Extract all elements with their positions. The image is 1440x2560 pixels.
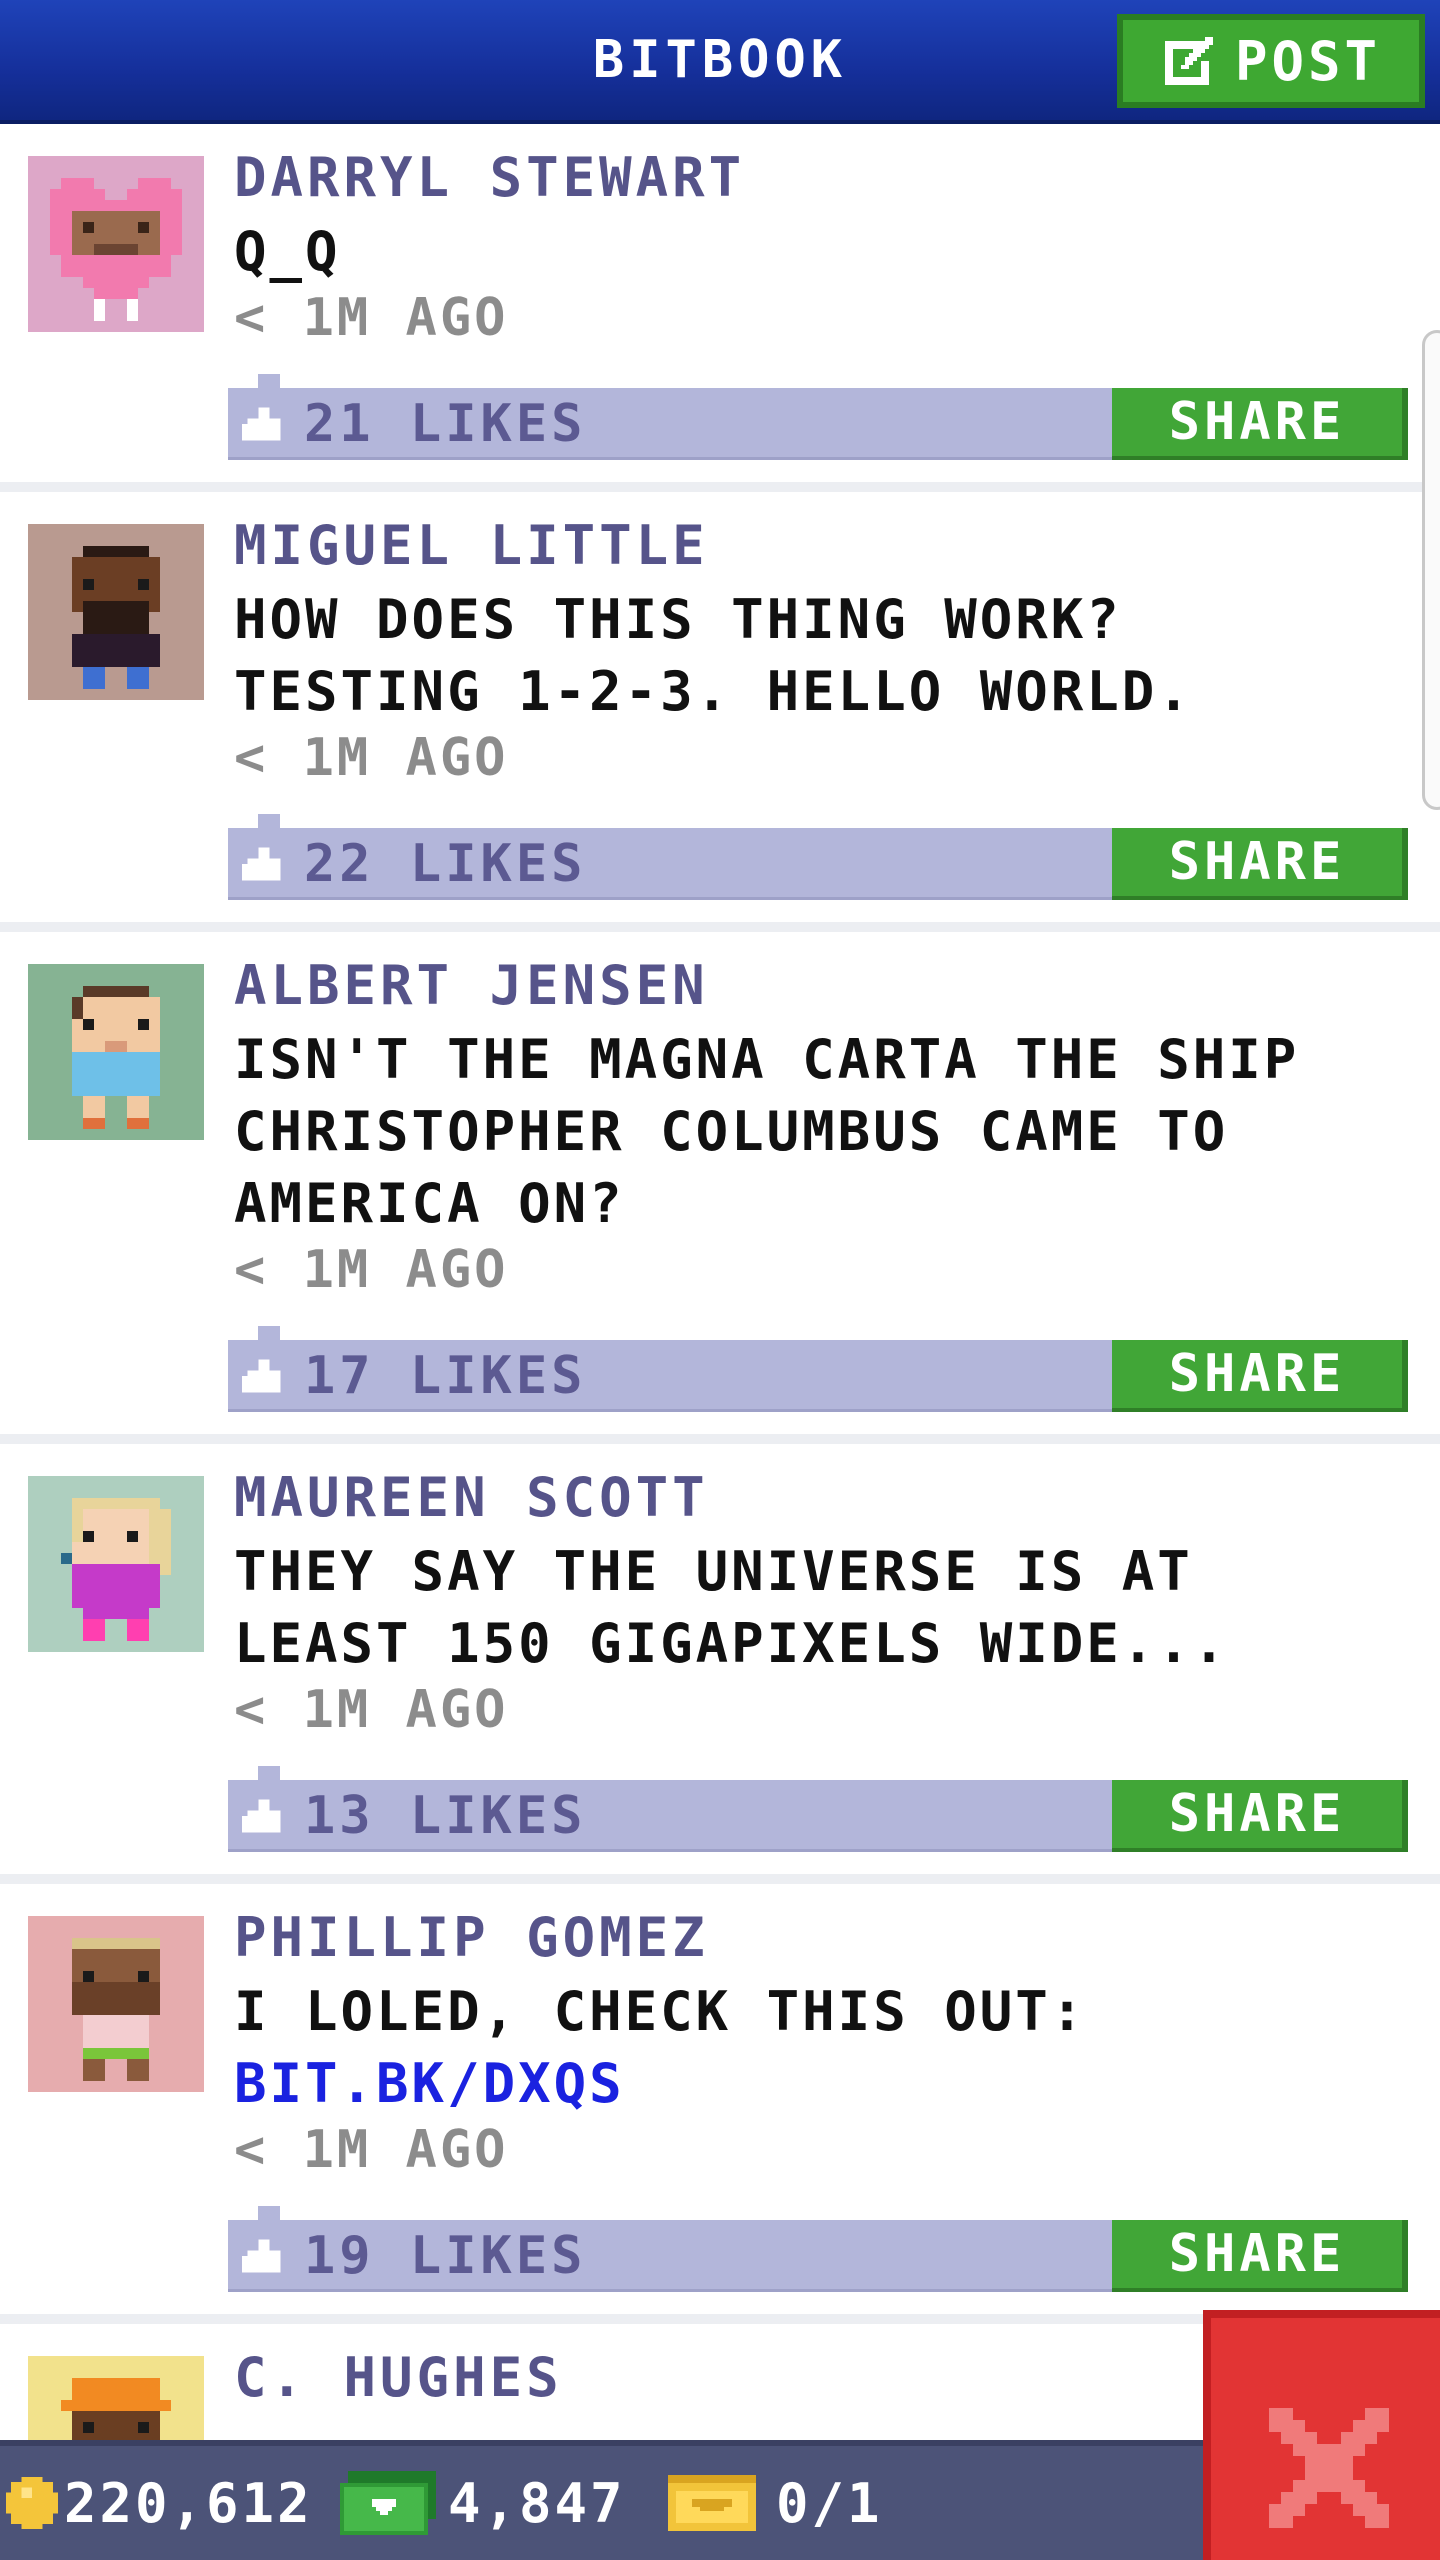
post-item: PHILLIP GOMEZ I LOLED, CHECK THIS OUT: B… xyxy=(0,1884,1440,2322)
post-message: HOW DOES THIS THING WORK? TESTING 1-2-3.… xyxy=(234,588,1193,723)
like-bar[interactable]: 22 LIKES SHARE xyxy=(228,814,1408,900)
scroll-indicator[interactable] xyxy=(1422,330,1440,810)
like-bar[interactable]: 13 LIKES SHARE xyxy=(228,1766,1408,1852)
like-bar[interactable]: 19 LIKES SHARE xyxy=(228,2206,1408,2292)
share-button[interactable]: SHARE xyxy=(1112,2220,1408,2292)
post-time: < 1M AGO xyxy=(234,1680,509,1740)
cash-icon xyxy=(340,2471,436,2535)
like-bar[interactable]: 21 LIKES SHARE xyxy=(228,374,1408,460)
post-divider xyxy=(0,1874,1440,1884)
coins-value: 220,612 xyxy=(64,2471,313,2535)
post-message: I LOLED, CHECK THIS OUT: BIT.BK/DXQS xyxy=(234,1976,1394,2120)
tickets-stat: 0/1 xyxy=(666,2446,883,2560)
share-button[interactable]: SHARE xyxy=(1112,1780,1408,1852)
post-item: DARRYL STEWART Q_Q < 1M AGO 21 LIKES SHA… xyxy=(0,124,1440,490)
post-item: MAUREEN SCOTT THEY SAY THE UNIVERSE IS A… xyxy=(0,1444,1440,1882)
post-message: ISN'T THE MAGNA CARTA THE SHIP CHRISTOPH… xyxy=(234,1028,1300,1235)
thumbs-up-icon xyxy=(242,2239,281,2273)
post-author[interactable]: PHILLIP GOMEZ xyxy=(234,1906,709,1969)
thumbs-up-icon xyxy=(242,407,281,441)
post-author[interactable]: ALBERT JENSEN xyxy=(234,954,709,1017)
post-message: THEY SAY THE UNIVERSE IS AT LEAST 150 GI… xyxy=(234,1540,1229,1675)
coins-stat: 220,612 xyxy=(6,2446,313,2560)
post-message: Q_Q xyxy=(234,220,341,283)
blue-shirt-man-avatar[interactable] xyxy=(28,964,204,1140)
post-time: < 1M AGO xyxy=(234,288,509,348)
share-button[interactable]: SHARE xyxy=(1112,388,1408,460)
post-time: < 1M AGO xyxy=(234,2120,509,2180)
post-author[interactable]: MIGUEL LITTLE xyxy=(234,514,709,577)
share-button[interactable]: SHARE xyxy=(1112,1340,1408,1412)
tickets-value: 0/1 xyxy=(776,2471,883,2535)
blond-bearded-man-avatar[interactable] xyxy=(28,1916,204,2092)
post-item: ALBERT JENSEN ISN'T THE MAGNA CARTA THE … xyxy=(0,932,1440,1442)
post-button-label: POST xyxy=(1234,29,1382,93)
post-button[interactable]: POST xyxy=(1117,14,1425,108)
pink-heart-avatar[interactable] xyxy=(28,156,204,332)
ticket-icon xyxy=(668,2475,756,2531)
thumbs-up-icon xyxy=(242,1799,281,1833)
likes-count: 17 LIKES xyxy=(304,1346,587,1406)
post-author[interactable]: C. HUGHES xyxy=(234,2346,563,2409)
likes-count: 19 LIKES xyxy=(304,2226,587,2286)
likes-count: 22 LIKES xyxy=(304,834,587,894)
bearded-man-avatar[interactable] xyxy=(28,524,204,700)
likes-count: 21 LIKES xyxy=(304,394,587,454)
close-button[interactable] xyxy=(1203,2310,1440,2560)
bux-value: 4,847 xyxy=(448,2471,626,2535)
post-link[interactable]: BIT.BK/DXQS xyxy=(234,2048,1394,2120)
post-divider xyxy=(0,922,1440,932)
coin-icon xyxy=(6,2477,58,2529)
post-divider xyxy=(0,1434,1440,1444)
thumbs-up-icon xyxy=(242,1359,281,1393)
top-bar: BITBOOK POST xyxy=(0,0,1440,124)
thumbs-up-icon xyxy=(242,847,281,881)
blonde-woman-avatar[interactable] xyxy=(28,1476,204,1652)
likes-count: 13 LIKES xyxy=(304,1786,587,1846)
edit-icon xyxy=(1164,37,1213,85)
post-time: < 1M AGO xyxy=(234,728,509,788)
post-item: MIGUEL LITTLE HOW DOES THIS THING WORK? … xyxy=(0,492,1440,930)
bux-stat: 4,847 xyxy=(340,2446,626,2560)
post-time: < 1M AGO xyxy=(234,1240,509,1300)
post-message-text: I LOLED, CHECK THIS OUT: xyxy=(234,1980,1087,2043)
close-icon xyxy=(1269,2408,1389,2528)
post-author[interactable]: DARRYL STEWART xyxy=(234,146,745,209)
post-divider xyxy=(0,482,1440,492)
share-button[interactable]: SHARE xyxy=(1112,828,1408,900)
hardhat-worker-avatar[interactable] xyxy=(28,2356,204,2440)
post-author[interactable]: MAUREEN SCOTT xyxy=(234,1466,709,1529)
like-bar[interactable]: 17 LIKES SHARE xyxy=(228,1326,1408,1412)
post-feed[interactable]: DARRYL STEWART Q_Q < 1M AGO 21 LIKES SHA… xyxy=(0,124,1440,2440)
